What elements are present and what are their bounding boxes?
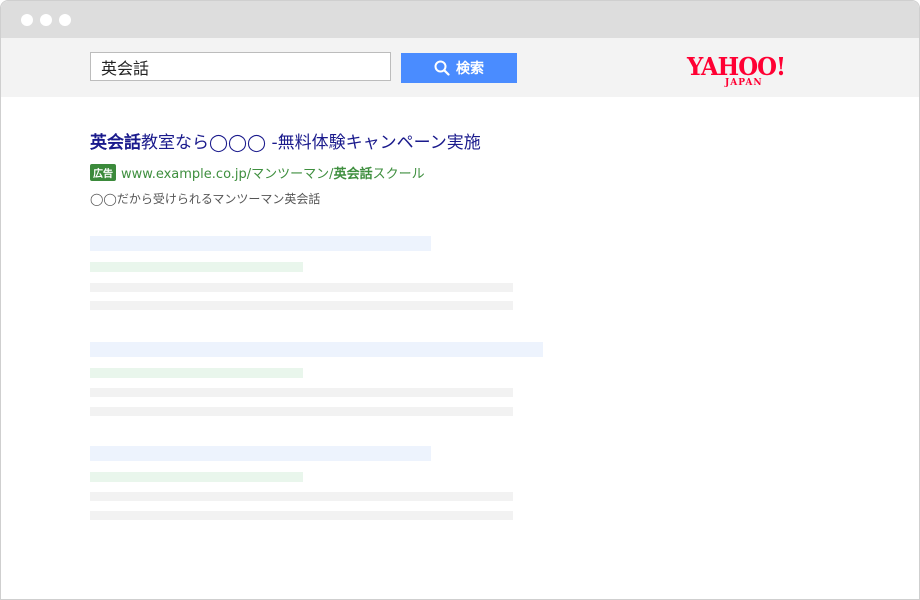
search-button-label: 検索 [456,61,484,77]
placeholder-result-text [90,301,513,310]
search-icon [434,60,450,76]
placeholder-result-url [90,472,303,482]
placeholder-result-text [90,492,513,501]
search-header: 検索 YAHOO! JAPAN [1,38,919,97]
placeholder-result-text [90,511,513,520]
browser-window: 検索 YAHOO! JAPAN 英会話教室なら◯◯◯ -無料体験キャンペーン実施… [0,0,920,600]
search-input[interactable] [90,52,391,81]
placeholder-result-text [90,407,513,416]
ad-description: ◯◯だから受けられるマンツーマン英会話 [90,192,321,206]
window-control-maximize[interactable] [59,14,71,26]
placeholder-result-text [90,283,513,292]
placeholder-result-title [90,236,431,251]
ad-url[interactable]: www.example.co.jp/マンツーマン/英会話スクール [121,163,425,182]
placeholder-result-text [90,388,513,397]
logo-sub-text: JAPAN [725,78,763,88]
window-control-close[interactable] [21,14,33,26]
placeholder-result-url [90,262,303,272]
ad-badge: 広告 [90,164,116,181]
ad-url-line: 広告 www.example.co.jp/マンツーマン/英会話スクール [90,163,425,182]
url-prefix: www.example.co.jp/マンツーマン/ [121,167,334,182]
ad-result-title-link[interactable]: 英会話教室なら◯◯◯ -無料体験キャンペーン実施 [90,128,481,153]
logo-main-text: YAHOO! [687,52,786,81]
window-control-minimize[interactable] [40,14,52,26]
url-keyword: 英会話 [333,167,373,182]
placeholder-result-title [90,446,431,461]
url-suffix: スクール [372,167,425,182]
title-keyword: 英会話 [90,133,141,153]
yahoo-japan-logo[interactable]: YAHOO! JAPAN [687,52,807,89]
search-button[interactable]: 検索 [401,53,517,83]
title-text: 教室なら◯◯◯ -無料体験キャンペーン実施 [141,133,481,153]
placeholder-result-title [90,342,543,357]
title-bar [1,1,919,38]
placeholder-result-url [90,368,303,378]
